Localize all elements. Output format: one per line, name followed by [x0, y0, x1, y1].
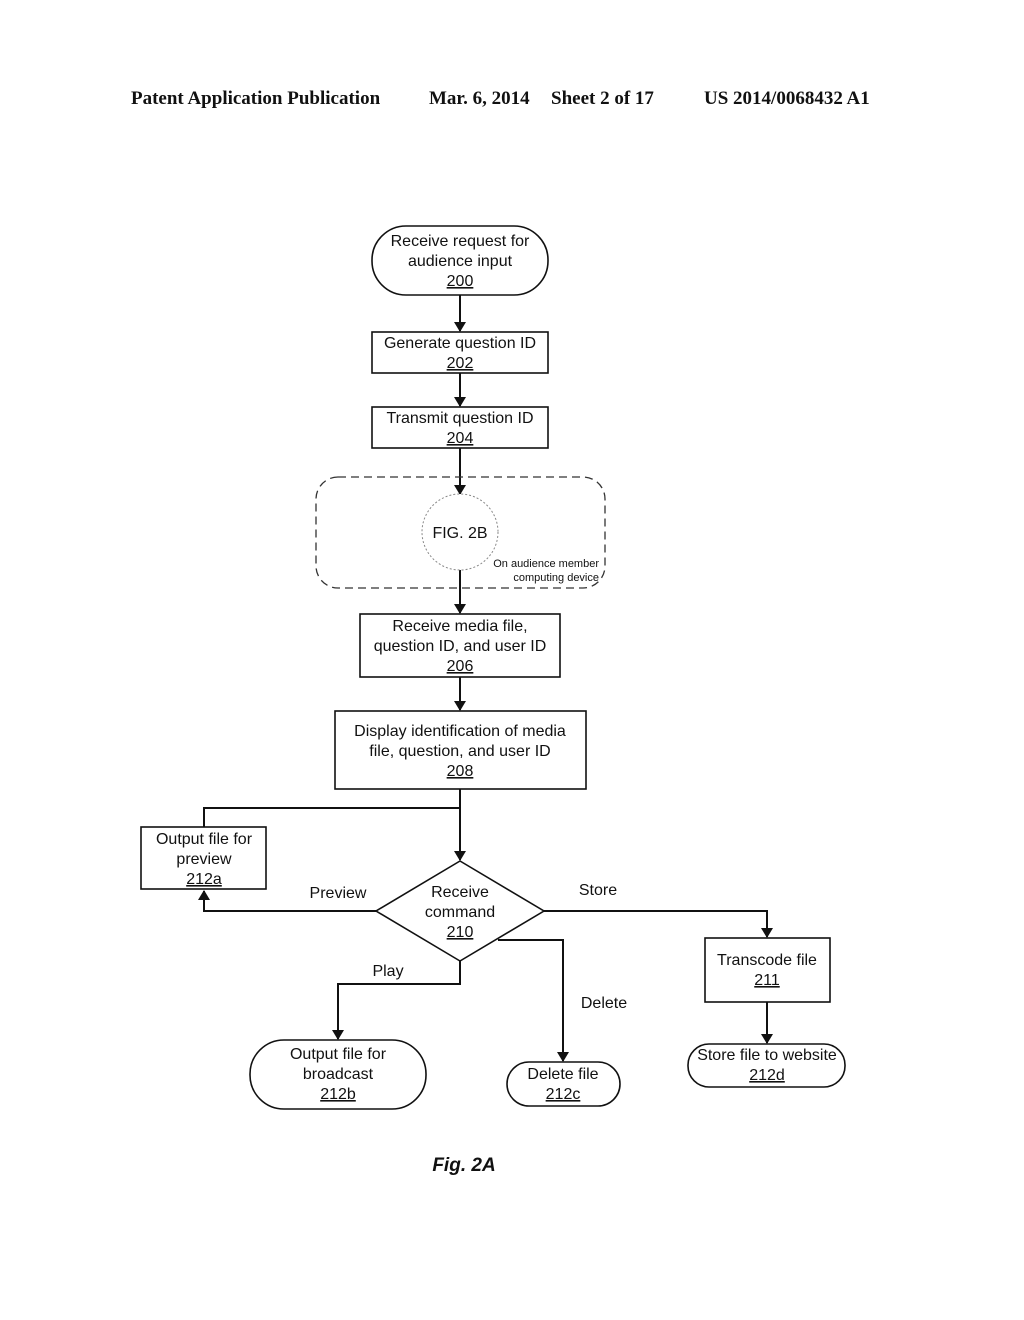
node-204-ref: 204	[447, 430, 474, 447]
node-200-ref: 200	[447, 273, 474, 290]
node-204: Transmit question ID 204	[371, 406, 549, 449]
node-212b-line2: broadcast	[303, 1066, 374, 1083]
node-202: Generate question ID 202	[371, 331, 549, 374]
node-208-line1: Display identification of media	[354, 723, 566, 740]
node-200-line1: Receive request for	[391, 233, 530, 250]
node-210-line2: command	[425, 904, 495, 921]
node-208-ref: 208	[447, 763, 474, 780]
figure-caption: Fig. 2A	[432, 1155, 495, 1176]
node-206-line2: question ID, and user ID	[374, 638, 547, 655]
node-206-ref: 206	[447, 658, 474, 675]
node-212b-ref: 212b	[320, 1086, 356, 1103]
edge-212a-return	[203, 807, 460, 828]
node-206: Receive media file, question ID, and use…	[359, 613, 561, 678]
edge-label-preview: Preview	[310, 885, 367, 902]
node-212b: Output file for broadcast 212b	[249, 1039, 427, 1110]
node-211: Transcode file 211	[704, 937, 831, 1003]
node-202-ref: 202	[447, 355, 474, 372]
flowchart: Receive request for audience input 200 G…	[140, 225, 846, 1176]
node-211-line1: Transcode file	[717, 952, 817, 969]
node-212b-line1: Output file for	[290, 1046, 387, 1063]
edge-label-delete: Delete	[581, 995, 627, 1012]
node-212c-line1: Delete file	[527, 1066, 598, 1083]
fig2b-label: FIG. 2B	[432, 525, 487, 542]
node-212a-line2: preview	[176, 851, 232, 868]
node-212d: Store file to website 212d	[687, 1043, 846, 1088]
node-212a-line1: Output file for	[156, 831, 253, 848]
node-212c-ref: 212c	[546, 1086, 581, 1103]
node-212d-line1: Store file to website	[697, 1047, 837, 1064]
node-200: Receive request for audience input 200	[371, 225, 549, 296]
node-210-line1: Receive	[431, 884, 489, 901]
edge-store	[544, 910, 773, 938]
edge-label-play: Play	[372, 963, 403, 980]
node-210: Receive command 210	[374, 860, 546, 962]
node-208-line2: file, question, and user ID	[369, 743, 550, 760]
node-212a: Output file for preview 212a	[140, 826, 267, 890]
node-212c: Delete file 212c	[506, 1061, 621, 1107]
node-206-line1: Receive media file,	[392, 618, 527, 635]
node-211-ref: 211	[754, 972, 780, 989]
edge-label-store: Store	[579, 882, 617, 899]
node-210-ref: 210	[447, 924, 474, 941]
region-note-line2: computing device	[513, 572, 599, 584]
node-208: Display identification of media file, qu…	[334, 710, 587, 790]
node-212d-ref: 212d	[749, 1067, 785, 1084]
node-202-line1: Generate question ID	[384, 335, 536, 352]
region-note-line1: On audience member	[493, 558, 599, 570]
node-200-line2: audience input	[408, 253, 513, 270]
node-204-line1: Transmit question ID	[386, 410, 533, 427]
edge-delete	[498, 939, 569, 1062]
node-212a-ref: 212a	[186, 871, 222, 888]
